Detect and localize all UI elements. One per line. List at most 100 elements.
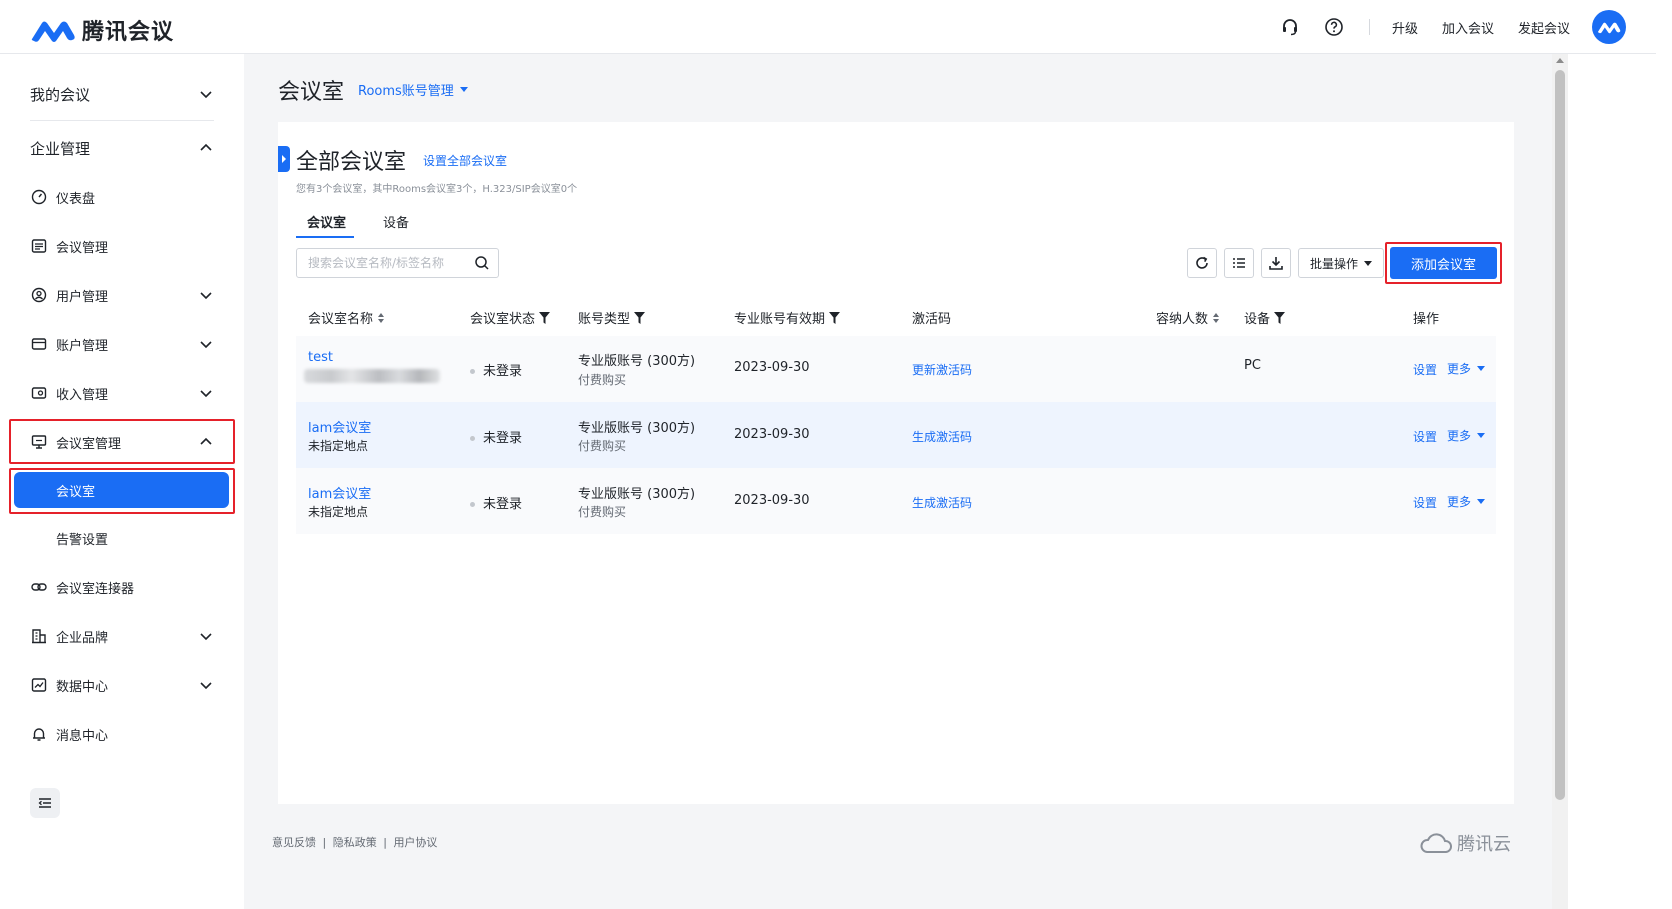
avatar[interactable] <box>1592 10 1626 44</box>
start-meeting-link[interactable]: 发起会议 <box>1518 18 1570 37</box>
sidebar-item-room-connector[interactable]: 会议室连接器 <box>0 567 244 607</box>
income-icon <box>30 384 48 402</box>
account-type: 专业版账号 (300方) <box>578 487 696 502</box>
sidebar-item-dashboard[interactable]: 仪表盘 <box>0 177 244 217</box>
more-dropdown[interactable]: 更多 <box>1447 360 1486 377</box>
sidebar-item-alert-settings[interactable]: 告警设置 <box>0 518 244 558</box>
sidebar-item-enterprise[interactable]: 企业管理 <box>0 128 244 168</box>
filter-icon[interactable] <box>634 311 646 324</box>
batch-operations-label: 批量操作 <box>1309 256 1358 271</box>
status-text: 未登录 <box>483 431 523 446</box>
refresh-icon <box>1196 256 1208 269</box>
chevron-down-icon <box>198 287 214 303</box>
column-settings-button[interactable] <box>1224 248 1254 278</box>
expiry-date: 2023-09-30 <box>734 360 810 375</box>
settings-link[interactable]: 设置 <box>1413 428 1437 445</box>
add-room-button[interactable]: 添加会议室 <box>1390 247 1497 279</box>
sidebar-item-income[interactable]: 收入管理 <box>0 373 244 413</box>
column-header-capacity[interactable]: 容纳人数 <box>1156 308 1220 327</box>
sidebar-item-label: 数据中心 <box>56 679 109 695</box>
search-icon[interactable] <box>474 255 490 271</box>
filter-icon[interactable] <box>829 311 841 324</box>
sort-icon[interactable] <box>377 312 385 324</box>
table-row: test 未登录 专业版账号 (300方) 付费购买 2023-09-30 更新… <box>296 336 1496 402</box>
header-label: 设备 <box>1244 312 1271 327</box>
filter-icon[interactable] <box>1274 311 1286 324</box>
status-text: 未登录 <box>483 497 523 512</box>
chevron-down-icon <box>198 677 214 693</box>
settings-link[interactable]: 设置 <box>1413 494 1437 511</box>
join-meeting-link[interactable]: 加入会议 <box>1442 18 1494 37</box>
terms-link[interactable]: 用户协议 <box>393 836 437 849</box>
settings-link[interactable]: 设置 <box>1413 361 1437 378</box>
status-dot <box>470 436 475 441</box>
page-title: 会议室 <box>278 80 345 105</box>
more-dropdown[interactable]: 更多 <box>1447 427 1486 444</box>
sidebar-item-label: 企业管理 <box>30 139 91 158</box>
renew-activation-code-link[interactable]: 更新激活码 <box>912 361 972 378</box>
room-name-link[interactable]: test <box>308 350 333 365</box>
rooms-account-dropdown[interactable]: Rooms账号管理 <box>358 80 468 99</box>
building-icon <box>30 627 48 645</box>
export-button[interactable] <box>1261 248 1291 278</box>
sidebar-item-label: 我的会议 <box>30 85 91 104</box>
app-logo[interactable]: 腾讯会议 <box>30 14 174 46</box>
room-status: 未登录 <box>470 427 522 446</box>
sidebar-item-label: 会议管理 <box>56 240 109 256</box>
sidebar-item-messages[interactable]: 消息中心 <box>0 714 244 754</box>
filter-icon[interactable] <box>539 311 551 324</box>
column-header-room-name[interactable]: 会议室名称 <box>308 308 385 327</box>
column-header-account-type[interactable]: 账号类型 <box>578 308 646 327</box>
scroll-thumb[interactable] <box>1555 70 1565 800</box>
expiry-date: 2023-09-30 <box>734 493 810 508</box>
sort-icon[interactable] <box>1212 312 1220 324</box>
sidebar-item-brand[interactable]: 企业品牌 <box>0 616 244 656</box>
sidebar-item-label: 消息中心 <box>56 728 109 744</box>
sidebar-item-label: 告警设置 <box>56 532 109 548</box>
sidebar-item-my-meetings[interactable]: 我的会议 <box>0 74 244 114</box>
wallet-icon <box>30 335 48 353</box>
room-name-link[interactable]: lam会议室 <box>308 483 371 502</box>
headset-icon[interactable] <box>1279 16 1301 38</box>
status-dot <box>470 369 475 374</box>
device-type: PC <box>1244 358 1261 373</box>
more-dropdown[interactable]: 更多 <box>1447 493 1486 510</box>
tencent-cloud-brand: 腾讯云 <box>1419 830 1511 856</box>
chevron-down-icon <box>198 628 214 644</box>
upgrade-link[interactable]: 升级 <box>1392 18 1418 37</box>
chevron-right-icon <box>282 155 286 163</box>
page-scrollbar[interactable] <box>1552 54 1568 909</box>
sidebar-item-accounts[interactable]: 账户管理 <box>0 324 244 364</box>
tab-rooms[interactable]: 会议室 <box>307 212 346 231</box>
sidebar-item-users[interactable]: 用户管理 <box>0 275 244 315</box>
download-icon <box>1269 257 1283 270</box>
chevron-down-icon <box>198 385 214 401</box>
generate-activation-code-link[interactable]: 生成激活码 <box>912 494 972 511</box>
search-input[interactable] <box>308 256 468 270</box>
configure-all-rooms-link[interactable]: 设置全部会议室 <box>423 152 507 169</box>
scroll-up-icon[interactable] <box>1556 58 1564 63</box>
column-header-status[interactable]: 会议室状态 <box>470 308 551 327</box>
more-label: 更多 <box>1447 362 1472 376</box>
collapse-sidebar-button[interactable] <box>30 788 60 818</box>
privacy-link[interactable]: 隐私政策 <box>333 836 377 849</box>
batch-operations-dropdown[interactable]: 批量操作 <box>1298 248 1384 278</box>
column-header-expiry[interactable]: 专业账号有效期 <box>734 308 841 327</box>
sidebar-item-meetings[interactable]: 会议管理 <box>0 226 244 266</box>
bell-icon <box>30 725 48 743</box>
feedback-link[interactable]: 意见反馈 <box>272 836 316 849</box>
room-name-link[interactable]: lam会议室 <box>308 417 371 436</box>
tab-devices[interactable]: 设备 <box>383 212 409 231</box>
sidebar-item-data-center[interactable]: 数据中心 <box>0 665 244 705</box>
sidebar-item-rooms[interactable]: 会议室 <box>14 472 229 508</box>
generate-activation-code-link[interactable]: 生成激活码 <box>912 428 972 445</box>
active-tab-indicator <box>296 236 354 238</box>
account-type: 专业版账号 (300方) <box>578 421 696 436</box>
purchase-type: 付费购买 <box>578 505 627 519</box>
sidebar-item-room-management[interactable]: 会议室管理 <box>0 422 244 462</box>
sidebar-item-label: 仪表盘 <box>56 191 96 207</box>
help-icon[interactable] <box>1323 16 1345 38</box>
refresh-button[interactable] <box>1187 248 1217 278</box>
column-header-device[interactable]: 设备 <box>1244 308 1286 327</box>
tencent-meeting-logo-icon <box>31 21 75 42</box>
